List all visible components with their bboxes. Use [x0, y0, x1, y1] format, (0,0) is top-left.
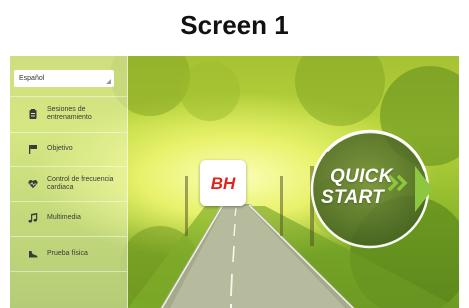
sidebar: Español Sesiones de entrenamiento Objeti…	[10, 56, 128, 308]
menu-item-multimedia[interactable]: Multimedia	[10, 202, 127, 234]
quick-start-button[interactable]: QUICK START	[307, 126, 433, 252]
menu-item-label: Prueba física	[47, 250, 88, 257]
divider	[10, 96, 127, 97]
bh-logo-mark: BH	[211, 174, 236, 193]
menu-item-sesiones[interactable]: Sesiones de entrenamiento	[10, 98, 127, 130]
screen-heading: Screen 1	[180, 9, 289, 40]
menu-item-label: Multimedia	[47, 214, 81, 221]
menu-item-objetivo[interactable]: Objetivo	[10, 133, 127, 165]
language-select[interactable]: Español	[14, 70, 114, 87]
divider	[10, 271, 127, 272]
flag-icon	[28, 144, 38, 154]
divider	[10, 166, 127, 167]
quick-start-line2: START	[321, 187, 385, 208]
quick-start-line1: QUICK	[330, 166, 393, 187]
language-select-value: Español	[19, 75, 45, 82]
menu-item-label: Control de frecuencia cardiaca	[47, 176, 114, 191]
shoe-icon	[28, 249, 38, 259]
menu-item-label: Objetivo	[47, 145, 73, 152]
dropdown-arrow-icon	[106, 79, 111, 84]
menu-item-label: Sesiones de entrenamiento	[47, 106, 92, 121]
music-note-icon	[28, 213, 38, 223]
menu-item-prueba[interactable]: Prueba física	[10, 238, 127, 270]
bh-logo[interactable]: BH	[200, 160, 246, 206]
menu-item-frecuencia[interactable]: Control de frecuencia cardiaca	[10, 168, 127, 200]
bh-logo-text: BH	[211, 174, 236, 193]
clipboard-icon	[28, 109, 38, 119]
heart-rate-icon	[28, 179, 38, 189]
divider	[10, 236, 127, 237]
app-screen: Español Sesiones de entrenamiento Objeti…	[10, 56, 459, 308]
